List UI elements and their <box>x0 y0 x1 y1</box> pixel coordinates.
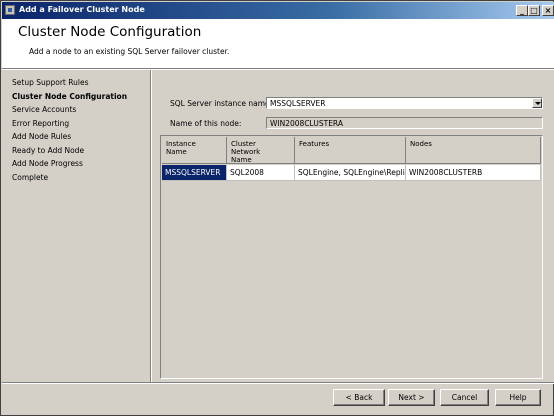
page-title: Cluster Node Configuration <box>18 24 202 40</box>
nav-item-setup-support-rules[interactable]: Setup Support Rules <box>12 78 88 87</box>
column-header-nodes[interactable]: Nodes <box>406 137 541 164</box>
column-header-instance-name[interactable]: Instance Name <box>162 137 227 164</box>
minimize-button[interactable]: _ <box>516 5 528 16</box>
instance-name-label: SQL Server instance name: <box>170 99 273 108</box>
table-cell-nodes[interactable]: WIN2008CLUSTERB <box>406 165 541 181</box>
maximize-button[interactable]: □ <box>528 5 540 16</box>
steps-sidebar: Setup Support Rules Cluster Node Configu… <box>2 70 150 382</box>
node-name-value: WIN2008CLUSTERA <box>270 119 343 128</box>
app-icon <box>5 5 15 15</box>
title-bar[interactable]: Add a Failover Cluster Node _ □ × <box>2 2 554 19</box>
window-title: Add a Failover Cluster Node <box>19 5 145 14</box>
page-subtitle: Add a node to an existing SQL Server fai… <box>29 47 230 56</box>
nav-item-complete[interactable]: Complete <box>12 173 48 182</box>
instance-name-dropdown[interactable]: MSSQLSERVER <box>266 97 543 109</box>
help-button[interactable]: Help <box>495 389 541 406</box>
column-header-cluster-network-name[interactable]: Cluster Network Name <box>227 137 295 164</box>
back-button[interactable]: < Back <box>333 389 385 406</box>
nav-item-add-node-rules[interactable]: Add Node Rules <box>12 132 71 141</box>
nav-item-error-reporting[interactable]: Error Reporting <box>12 119 69 128</box>
nav-item-ready-to-add-node[interactable]: Ready to Add Node <box>12 146 84 155</box>
nav-item-cluster-node-configuration[interactable]: Cluster Node Configuration <box>12 92 127 101</box>
next-button[interactable]: Next > <box>388 389 435 406</box>
instance-name-value: MSSQLSERVER <box>270 99 326 108</box>
column-header-features[interactable]: Features <box>295 137 406 164</box>
footer-divider <box>2 382 554 384</box>
instances-grid[interactable]: Instance Name Cluster Network Name Features… <box>160 135 543 379</box>
node-name-label: Name of this node: <box>170 119 242 128</box>
table-cell-instance-name[interactable]: MSSQLSERVER <box>162 165 227 181</box>
nav-item-add-node-progress[interactable]: Add Node Progress <box>12 159 83 168</box>
dialog-window: Add a Failover Cluster Node _ □ × Cluste… <box>0 0 554 416</box>
node-name-field: WIN2008CLUSTERA <box>266 117 543 129</box>
chevron-down-icon[interactable] <box>532 98 542 108</box>
header-banner: Cluster Node Configuration Add a node to… <box>2 19 554 68</box>
close-button[interactable]: × <box>542 5 554 16</box>
table-cell-cluster-network-name[interactable]: SQL2008 <box>227 165 295 181</box>
table-cell-features[interactable]: SQLEngine, SQLEngine\Replic... <box>295 165 406 181</box>
cancel-button[interactable]: Cancel <box>440 389 489 406</box>
nav-item-service-accounts[interactable]: Service Accounts <box>12 105 76 114</box>
